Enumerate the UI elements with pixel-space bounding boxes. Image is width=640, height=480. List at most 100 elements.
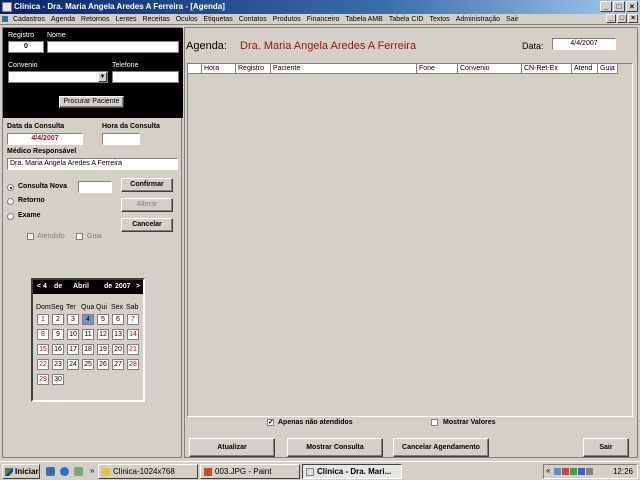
grid-col-hora[interactable]: Hora: [202, 64, 236, 74]
menu-tabela-amb[interactable]: Tabela AMB: [342, 16, 385, 23]
calendar-prev-button[interactable]: <: [37, 283, 41, 290]
calendar-day-cell[interactable]: 25: [82, 359, 94, 370]
calendar-day-cell[interactable]: 19: [97, 344, 109, 355]
task-clinica-app[interactable]: Clínica - Dra. Mari...: [302, 464, 402, 479]
data-consulta-field[interactable]: 4/4/2007: [7, 133, 83, 145]
grid-col-fone[interactable]: Fone: [417, 64, 458, 74]
calendar-day-cell[interactable]: 14: [127, 329, 139, 340]
quicklaunch-chevron-icon[interactable]: »: [90, 466, 94, 475]
messenger-icon[interactable]: [578, 468, 585, 475]
calendar-day-cell[interactable]: 5: [97, 314, 109, 325]
mdi-restore-button[interactable]: □: [617, 14, 627, 23]
calendar-day-cell[interactable]: 29: [37, 374, 49, 385]
calendar-day-cell[interactable]: 26: [97, 359, 109, 370]
agenda-date-field[interactable]: 4/4/2007: [552, 38, 616, 50]
menu-oculos[interactable]: Óculos: [173, 16, 201, 23]
guia-checkbox[interactable]: [76, 233, 83, 240]
menu-financeiro[interactable]: Financeiro: [304, 16, 343, 23]
grid-col-registro[interactable]: Registro: [236, 64, 271, 74]
grid-col-guia[interactable]: Guia: [598, 64, 618, 74]
nome-field[interactable]: [47, 41, 179, 53]
maximize-button[interactable]: □: [613, 1, 625, 12]
calendar-day-cell[interactable]: 7: [127, 314, 139, 325]
calendar-day-cell[interactable]: 24: [67, 359, 79, 370]
calendar-day-cell[interactable]: 6: [112, 314, 124, 325]
atualizar-button[interactable]: Atualizar: [189, 438, 275, 457]
calendar-day-cell[interactable]: 23: [52, 359, 64, 370]
calendar-day-cell[interactable]: 20: [112, 344, 124, 355]
calendar-next-button[interactable]: >: [136, 283, 140, 290]
calendar-day-cell[interactable]: 16: [52, 344, 64, 355]
internet-explorer-icon[interactable]: [60, 467, 69, 476]
calendar-day-cell[interactable]: 8: [37, 329, 49, 340]
cancelar-agendamento-button[interactable]: Cancelar Agendamento: [393, 438, 489, 457]
convenio-select[interactable]: ▼: [8, 71, 108, 83]
calendar-day-cell[interactable]: 1: [37, 314, 49, 325]
calendar-day-cell[interactable]: 17: [67, 344, 79, 355]
grid-col-atend[interactable]: Atend: [572, 64, 598, 74]
menu-cadastros[interactable]: Cadastros: [10, 16, 48, 23]
telefone-field[interactable]: [112, 71, 179, 83]
minimize-button[interactable]: _: [600, 1, 612, 12]
registro-field[interactable]: 0: [8, 41, 44, 53]
calendar-year[interactable]: 2007: [115, 283, 131, 290]
apenas-nao-atendidos-checkbox[interactable]: ✓: [267, 419, 274, 426]
menu-sair[interactable]: Sair: [503, 16, 521, 23]
grid-col-convenio[interactable]: Convenio: [458, 64, 522, 74]
grid-col-cn-ret-ex[interactable]: CN-Ret-Ex: [522, 64, 572, 74]
calendar-day-cell[interactable]: 22: [37, 359, 49, 370]
hora-consulta-field[interactable]: [102, 133, 140, 145]
alterar-button[interactable]: Alterar: [121, 198, 173, 212]
update-icon[interactable]: [570, 468, 577, 475]
menu-produtos[interactable]: Produtos: [270, 16, 304, 23]
calendar-day-cell[interactable]: 12: [97, 329, 109, 340]
consulta-extra-field[interactable]: [78, 181, 112, 193]
antivirus-icon[interactable]: [562, 468, 569, 475]
close-button[interactable]: ×: [626, 1, 638, 12]
calendar-day-cell[interactable]: 3: [67, 314, 79, 325]
menu-textos[interactable]: Textos: [426, 16, 452, 23]
calendar-day-cell[interactable]: 27: [112, 359, 124, 370]
calendar-month[interactable]: Abril: [73, 283, 89, 290]
calendar-day-cell[interactable]: 11: [82, 329, 94, 340]
task-paint[interactable]: 003.JPG - Paint: [200, 464, 300, 479]
calendar-day-cell[interactable]: 21: [127, 344, 139, 355]
calendar-day-cell[interactable]: 18: [82, 344, 94, 355]
media-player-icon[interactable]: [74, 467, 83, 476]
menu-lentes[interactable]: Lentes: [112, 16, 139, 23]
confirmar-button[interactable]: Confirmar: [121, 178, 173, 192]
calendar-day-cell[interactable]: 28: [127, 359, 139, 370]
menu-receitas[interactable]: Receitas: [139, 16, 172, 23]
menu-retornos[interactable]: Retornos: [78, 16, 112, 23]
menu-etiquetas[interactable]: Etiquetas: [201, 16, 236, 23]
mdi-minimize-button[interactable]: _: [606, 14, 616, 23]
calendar-day-cell[interactable]: 15: [37, 344, 49, 355]
mdi-close-button[interactable]: ×: [628, 14, 638, 23]
chevron-down-icon[interactable]: ▼: [98, 72, 107, 82]
exame-radio[interactable]: [7, 213, 14, 220]
calendar-day-cell[interactable]: 2: [52, 314, 64, 325]
consulta-nova-radio[interactable]: [7, 184, 14, 191]
retorno-radio[interactable]: [7, 198, 14, 205]
medico-field[interactable]: Dra. Maria Angela Aredes A Ferreira: [7, 158, 178, 170]
atendido-checkbox[interactable]: [27, 233, 34, 240]
calendar-day-cell[interactable]: 9: [52, 329, 64, 340]
mostrar-consulta-button[interactable]: Mostrar Consulta: [287, 438, 383, 457]
network-icon[interactable]: [554, 468, 561, 475]
calendar-day-cell[interactable]: 30: [52, 374, 64, 385]
task-clinica-folder[interactable]: Clinica-1024x768: [98, 464, 198, 479]
menu-administracao[interactable]: Administração: [453, 16, 503, 23]
calendar-day-cell[interactable]: 10: [67, 329, 79, 340]
menu-contatos[interactable]: Contatos: [236, 16, 270, 23]
cancelar-button[interactable]: Cancelar: [121, 218, 173, 232]
tray-chevron-icon[interactable]: «: [546, 466, 550, 475]
calendar-day-cell[interactable]: 4: [82, 314, 94, 325]
mostrar-valores-checkbox[interactable]: [431, 419, 438, 426]
menu-tabela-cid[interactable]: Tabela CID: [386, 16, 427, 23]
menu-agenda[interactable]: Agenda: [48, 16, 78, 23]
grid-col-paciente[interactable]: Paciente: [271, 64, 417, 74]
agenda-grid[interactable]: Hora Registro Paciente Fone Convenio CN-…: [187, 63, 633, 417]
procurar-paciente-button[interactable]: Procurar Paciente: [59, 96, 124, 108]
desktop-icon[interactable]: [46, 467, 55, 476]
sair-button[interactable]: Sair: [583, 438, 629, 457]
